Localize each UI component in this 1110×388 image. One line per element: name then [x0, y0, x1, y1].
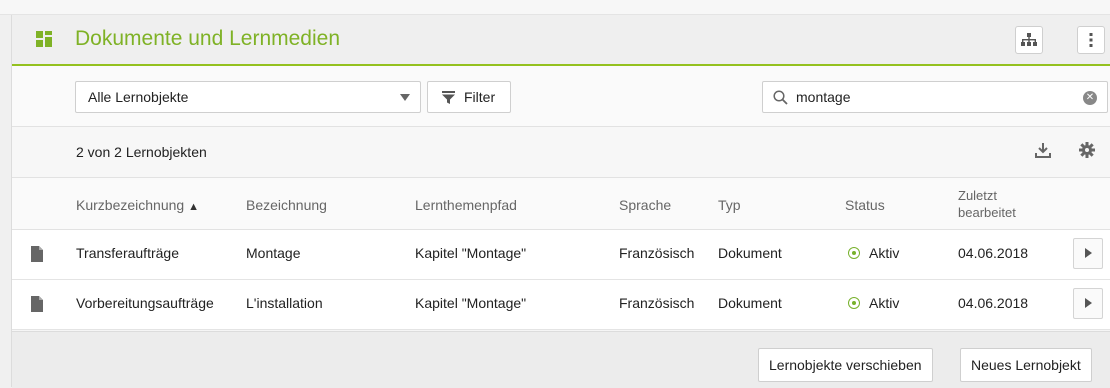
column-typ[interactable]: Typ	[718, 197, 741, 213]
documents-panel: Dokumente und Lernmedien Alle Lernobjekt…	[11, 15, 1110, 388]
structure-button[interactable]	[1015, 26, 1043, 54]
status-active-icon	[848, 297, 860, 309]
move-objects-button[interactable]: Lernobjekte verschieben	[758, 348, 933, 382]
cell-lernthemenpfad: Kapitel "Montage"	[415, 245, 527, 261]
result-count: 2 von 2 Lernobjekten	[76, 144, 207, 160]
cell-kurzbezeichnung: Transferaufträge	[76, 245, 179, 261]
column-zuletzt-label: Zuletzt	[958, 188, 998, 203]
column-zuletzt-bearbeitet[interactable]: Zuletzt bearbeitet	[958, 187, 1016, 221]
more-vertical-icon	[1089, 33, 1093, 47]
document-icon	[31, 246, 43, 262]
search-icon	[773, 90, 788, 105]
panel-footer: Lernobjekte verschieben Neues Lernobjekt	[12, 331, 1110, 388]
search-input[interactable]: montage ✕	[762, 81, 1108, 113]
funnel-icon	[442, 91, 455, 104]
more-options-button[interactable]	[1077, 26, 1105, 54]
export-download-icon[interactable]	[1034, 141, 1052, 159]
sort-asc-icon: ▲	[188, 201, 199, 213]
select-value: Alle Lernobjekte	[88, 89, 189, 105]
filter-button[interactable]: Filter	[427, 81, 511, 113]
cell-bezeichnung: Montage	[246, 245, 301, 261]
search-value: montage	[796, 89, 851, 105]
open-row-button[interactable]	[1073, 238, 1103, 269]
column-sprache[interactable]: Sprache	[619, 197, 671, 213]
cell-sprache: Französisch	[619, 295, 695, 311]
column-status[interactable]: Status	[845, 197, 885, 213]
filter-label: Filter	[464, 89, 496, 105]
clear-search-icon[interactable]: ✕	[1083, 91, 1097, 105]
cell-typ: Dokument	[718, 295, 782, 311]
panel-header: Dokumente und Lernmedien	[12, 15, 1110, 66]
filter-toolbar: Alle Lernobjekte Filter montage ✕	[12, 66, 1110, 127]
cell-date: 04.06.2018	[958, 295, 1029, 311]
dropdown-arrow-icon	[400, 94, 410, 101]
open-row-button[interactable]	[1073, 288, 1103, 319]
cell-date: 04.06.2018	[958, 245, 1029, 261]
top-strip	[0, 0, 1110, 15]
object-type-select[interactable]: Alle Lernobjekte	[75, 81, 421, 113]
cell-status: Aktiv	[869, 245, 900, 261]
cell-sprache: Französisch	[619, 245, 695, 261]
column-kurzbezeichnung[interactable]: Kurzbezeichnung ▲	[76, 197, 199, 213]
table-row[interactable]: Transferaufträge Montage Kapitel "Montag…	[12, 230, 1110, 280]
cell-lernthemenpfad: Kapitel "Montage"	[415, 295, 527, 311]
cell-kurzbezeichnung: Vorbereitungsaufträge	[76, 295, 214, 311]
document-icon	[31, 296, 43, 312]
result-count-bar: 2 von 2 Lernobjekten	[12, 127, 1110, 178]
cell-typ: Dokument	[718, 245, 782, 261]
column-bezeichnung[interactable]: Bezeichnung	[246, 197, 327, 213]
cell-bezeichnung: L'installation	[246, 295, 323, 311]
status-active-icon	[848, 247, 860, 259]
hierarchy-icon	[1021, 33, 1037, 46]
column-bearbeitet-label: bearbeitet	[958, 205, 1016, 220]
learning-media-icon	[36, 31, 52, 47]
settings-gear-icon[interactable]	[1079, 142, 1095, 158]
column-kurzbezeichnung-label: Kurzbezeichnung	[76, 197, 185, 213]
table-row[interactable]: Vorbereitungsaufträge L'installation Kap…	[12, 280, 1110, 330]
new-object-button[interactable]: Neues Lernobjekt	[960, 348, 1092, 382]
column-lernthemenpfad[interactable]: Lernthemenpfad	[415, 197, 517, 213]
page-title: Dokumente und Lernmedien	[75, 27, 341, 50]
table-header: Kurzbezeichnung ▲ Bezeichnung Lernthemen…	[12, 178, 1110, 230]
cell-status: Aktiv	[869, 295, 900, 311]
